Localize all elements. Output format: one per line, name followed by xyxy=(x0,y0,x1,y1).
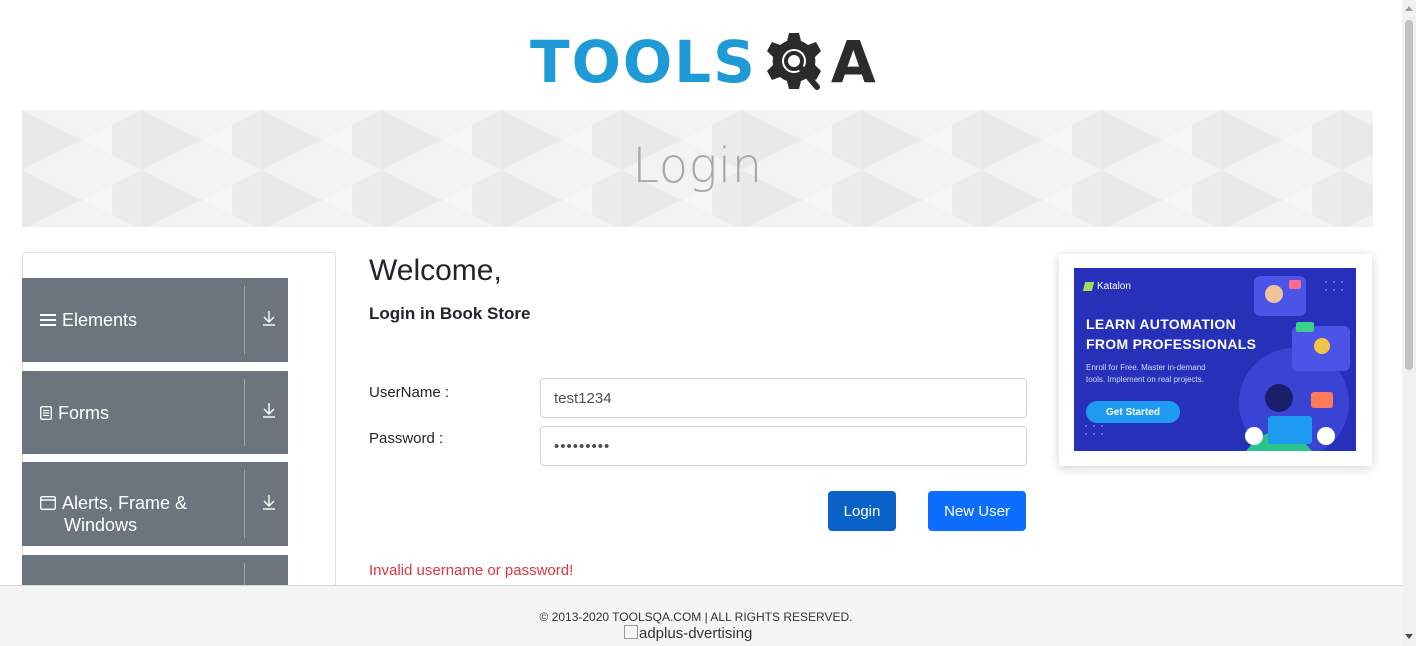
menu-divider xyxy=(244,563,245,587)
download-arrow-icon[interactable] xyxy=(262,402,276,423)
copyright-text: © 2013-2020 TOOLSQA.COM | ALL RIGHTS RES… xyxy=(539,610,853,624)
window-icon xyxy=(40,492,56,514)
site-logo[interactable]: TOOLS A xyxy=(530,22,878,102)
ad-brand: Katalon xyxy=(1082,281,1131,292)
page-banner: Login xyxy=(22,110,1373,227)
error-message: Invalid username or password! xyxy=(369,562,574,579)
username-input[interactable] xyxy=(540,378,1027,418)
sidebar-item-forms[interactable]: Forms xyxy=(22,371,288,454)
download-arrow-icon[interactable] xyxy=(262,310,276,331)
page-title: Login xyxy=(632,138,763,194)
password-input[interactable] xyxy=(540,426,1027,466)
menu-divider xyxy=(244,286,245,354)
password-label: Password : xyxy=(369,430,444,447)
username-label: UserName : xyxy=(369,384,450,401)
broken-image-icon xyxy=(624,624,638,639)
new-user-button[interactable]: New User xyxy=(928,491,1026,531)
sidebar-item-label: Forms xyxy=(58,402,109,423)
sidebar-item-label: Alerts, Frame & xyxy=(62,493,188,513)
login-subtitle: Login in Book Store xyxy=(369,304,531,323)
download-arrow-icon[interactable] xyxy=(262,494,276,515)
ad-container: Katalon LEARN AUTOMATION FROM PROFESSION… xyxy=(1059,254,1372,466)
ad-get-started-button[interactable]: Get Started xyxy=(1086,401,1180,423)
sidebar-item-elements[interactable]: Elements xyxy=(22,278,288,362)
logo-text-a: A xyxy=(830,28,878,96)
menu-divider xyxy=(244,470,245,538)
sidebar-item-alerts-frame-windows[interactable]: Alerts, Frame & Windows xyxy=(22,462,288,546)
welcome-heading: Welcome, xyxy=(369,254,502,287)
sidebar-item-label: Elements xyxy=(62,310,138,330)
hamburger-icon xyxy=(40,309,56,331)
scroll-up-arrow-icon[interactable] xyxy=(1405,6,1413,11)
document-icon xyxy=(40,402,52,424)
katalon-logo-icon xyxy=(1082,282,1095,291)
adplus-image: adplus-dvertising xyxy=(624,624,752,642)
ad-headline: LEARN AUTOMATION FROM PROFESSIONALS xyxy=(1086,316,1257,352)
gear-magnifier-icon xyxy=(766,33,821,90)
sidebar-item-label-line2: Windows xyxy=(64,515,138,535)
footer: © 2013-2020 TOOLSQA.COM | ALL RIGHTS RES… xyxy=(0,585,1402,646)
menu-divider xyxy=(244,379,245,446)
katalon-ad[interactable]: Katalon LEARN AUTOMATION FROM PROFESSION… xyxy=(1074,268,1356,451)
scroll-down-arrow-icon[interactable] xyxy=(1405,634,1413,639)
login-button[interactable]: Login xyxy=(828,491,896,531)
logo-text-tools: TOOLS xyxy=(530,28,757,96)
scrollbar-thumb[interactable] xyxy=(1405,20,1413,370)
vertical-scrollbar[interactable] xyxy=(1402,0,1416,646)
ad-description: Enroll for Free. Master in-demand tools.… xyxy=(1086,363,1206,384)
ad-illustration xyxy=(1085,276,1350,451)
